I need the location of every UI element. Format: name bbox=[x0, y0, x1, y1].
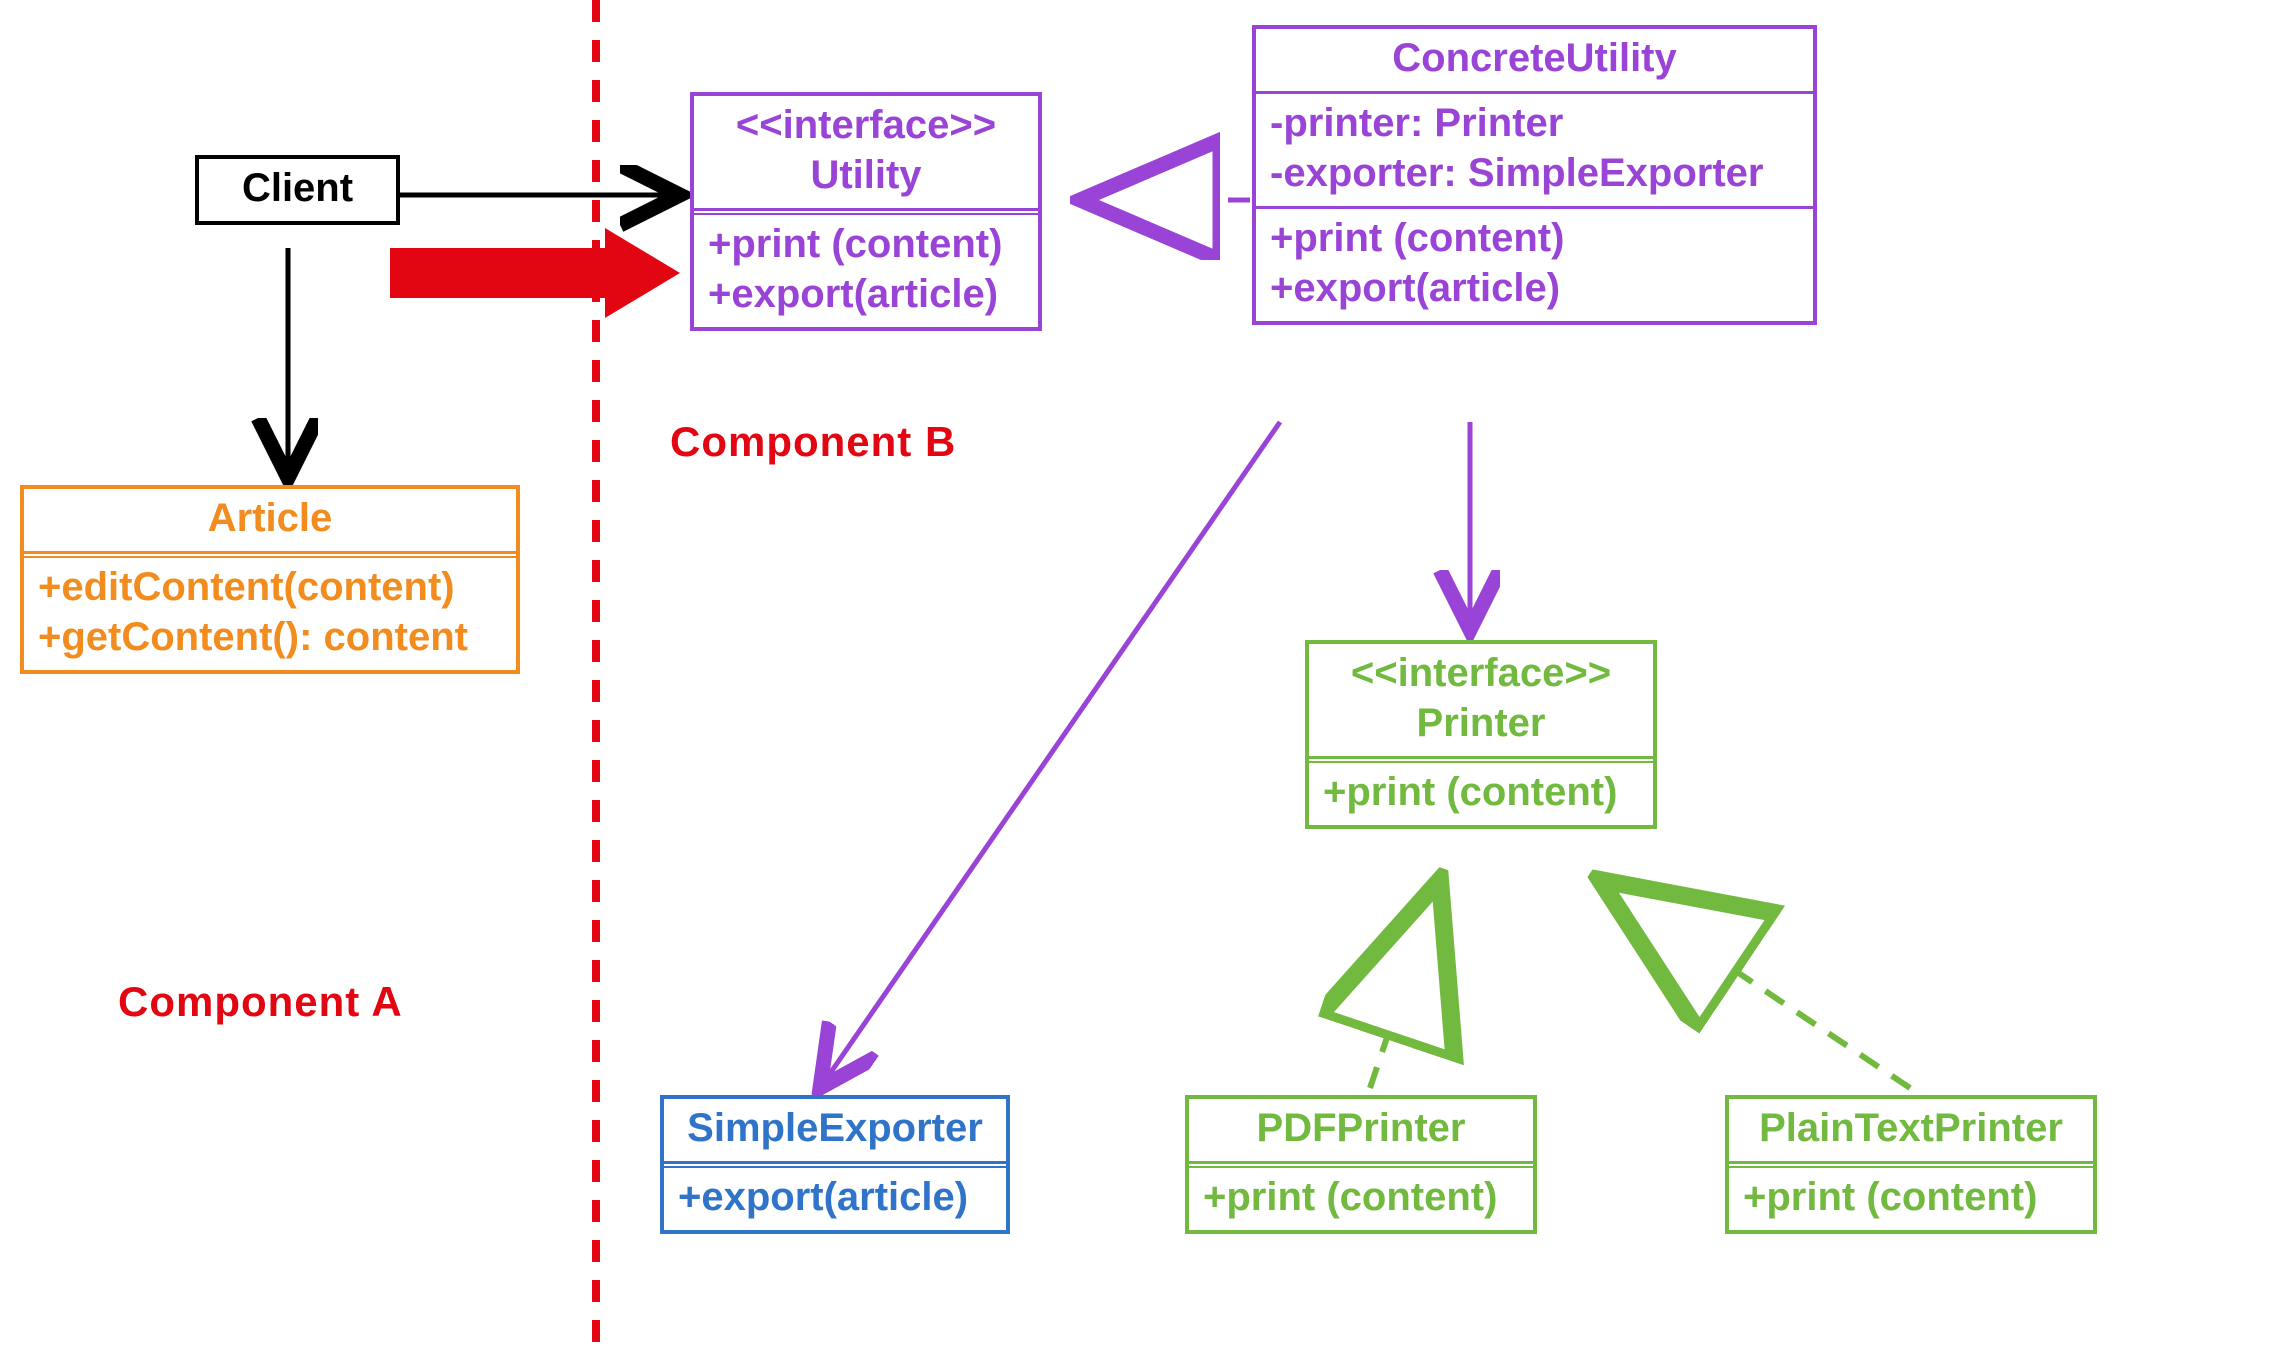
concrete-utility-title: ConcreteUtility bbox=[1256, 29, 1813, 91]
concrete-utility-attr1: -printer: Printer bbox=[1270, 98, 1799, 148]
class-pdf-printer: PDFPrinter +print (content) bbox=[1185, 1095, 1537, 1234]
article-op2: +getContent(): content bbox=[38, 612, 502, 662]
article-op1: +editContent(content) bbox=[38, 562, 502, 612]
assoc-concrete-exporter bbox=[820, 422, 1280, 1088]
simple-exporter-op1: +export(article) bbox=[678, 1172, 992, 1222]
utility-op1: +print (content) bbox=[708, 219, 1024, 269]
class-client: Client bbox=[195, 155, 400, 225]
class-client-title: Client bbox=[199, 159, 396, 221]
printer-title: Printer bbox=[1323, 698, 1639, 748]
concrete-utility-attr2: -exporter: SimpleExporter bbox=[1270, 148, 1799, 198]
class-plaintext-printer: PlainTextPrinter +print (content) bbox=[1725, 1095, 2097, 1234]
pdf-printer-op1: +print (content) bbox=[1203, 1172, 1519, 1222]
utility-title: Utility bbox=[708, 150, 1024, 200]
class-concrete-utility: ConcreteUtility -printer: Printer -expor… bbox=[1252, 25, 1817, 325]
plaintext-printer-title: PlainTextPrinter bbox=[1729, 1099, 2093, 1161]
concrete-utility-op2: +export(article) bbox=[1270, 263, 1799, 313]
class-printer: <<interface>> Printer +print (content) bbox=[1305, 640, 1657, 829]
utility-stereo: <<interface>> bbox=[708, 100, 1024, 150]
pdf-printer-title: PDFPrinter bbox=[1189, 1099, 1533, 1161]
label-component-b: Component B bbox=[670, 418, 956, 466]
printer-op1: +print (content) bbox=[1323, 767, 1639, 817]
label-component-a: Component A bbox=[118, 978, 403, 1026]
class-article: Article +editContent(content) +getConten… bbox=[20, 485, 520, 674]
utility-op2: +export(article) bbox=[708, 269, 1024, 319]
class-utility: <<interface>> Utility +print (content) +… bbox=[690, 92, 1042, 331]
plaintext-printer-op1: +print (content) bbox=[1743, 1172, 2079, 1222]
concrete-utility-op1: +print (content) bbox=[1270, 213, 1799, 263]
class-simple-exporter: SimpleExporter +export(article) bbox=[660, 1095, 1010, 1234]
realize-pdfprinter bbox=[1370, 880, 1440, 1088]
realize-plaintextprinter bbox=[1600, 880, 1910, 1088]
class-article-title: Article bbox=[24, 489, 516, 551]
simple-exporter-title: SimpleExporter bbox=[664, 1099, 1006, 1161]
printer-stereo: <<interface>> bbox=[1323, 648, 1639, 698]
big-red-arrow bbox=[390, 228, 680, 318]
